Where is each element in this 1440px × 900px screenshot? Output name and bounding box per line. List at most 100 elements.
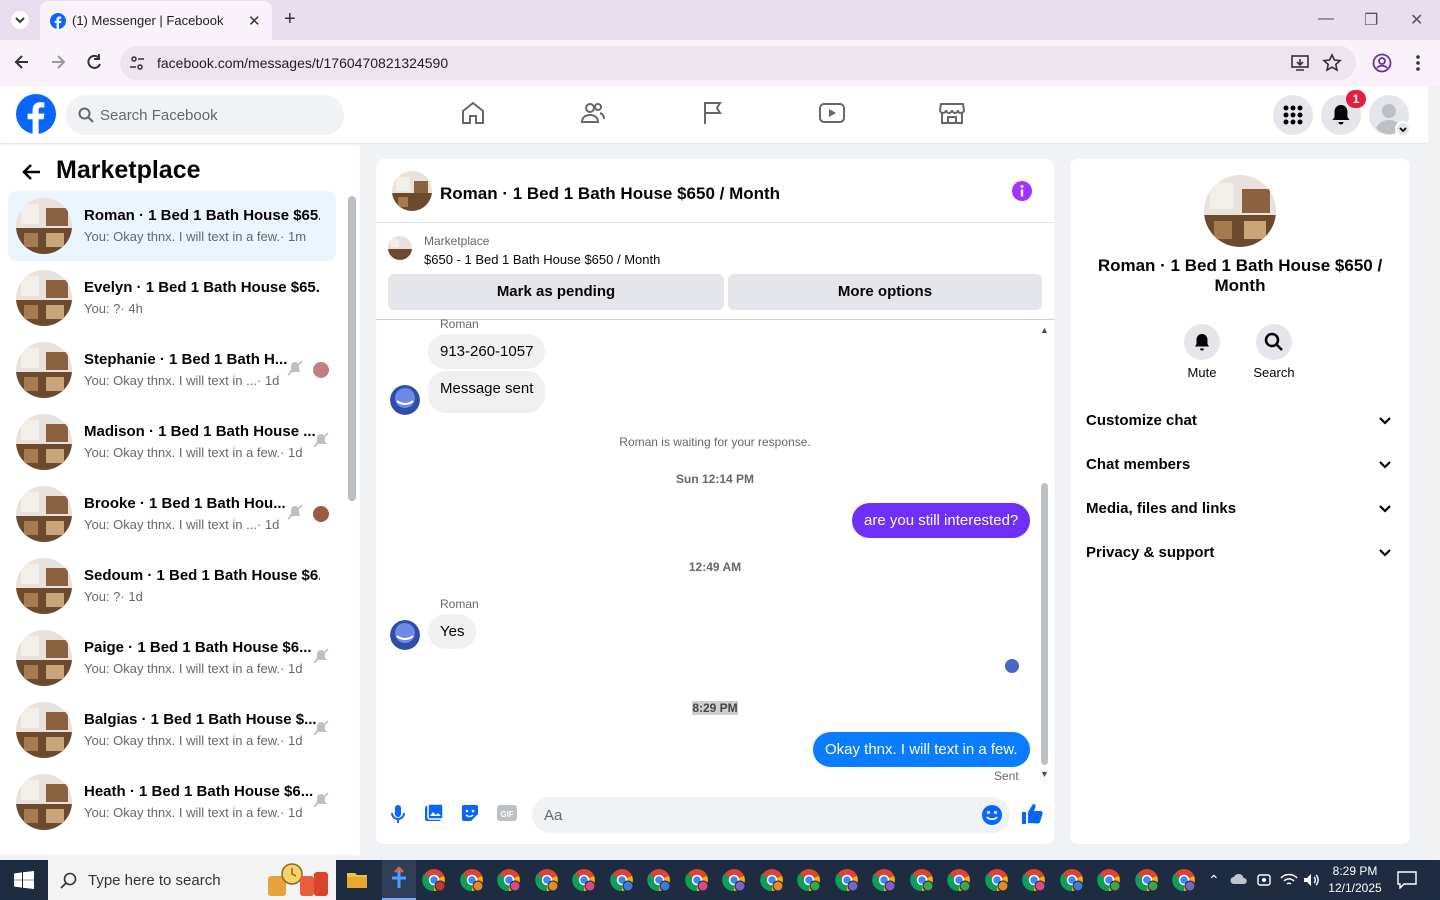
conversation-item[interactable]: Sedoum · 1 Bed 1 Bath House $6... You: ?·… [8,551,336,621]
account-avatar[interactable] [1369,95,1413,139]
chrome-profile-icon[interactable] [422,868,446,892]
conversation-item[interactable]: Evelyn · 1 Bed 1 Bath House $65... You: ?… [8,263,336,333]
onedrive-icon[interactable] [1230,873,1248,885]
taskbar-search-box[interactable]: Type here to search [48,860,336,900]
install-app-icon[interactable] [1290,54,1310,72]
conversation-list-scrollbar[interactable] [348,196,356,501]
file-explorer-icon[interactable] [346,870,368,890]
conversation-item[interactable]: Balgias · 1 Bed 1 Bath House $... You: Ok… [8,695,336,765]
bookmark-star-icon[interactable] [1322,53,1342,73]
mute-button[interactable] [1184,324,1220,360]
volume-icon[interactable] [1302,872,1320,888]
browser-menu-icon[interactable] [1410,53,1426,73]
friends-icon[interactable] [580,100,606,126]
conversation-item[interactable]: Roman · 1 Bed 1 Bath House $65... You: Ok… [8,191,336,261]
chrome-profile-icon[interactable] [1134,868,1159,892]
chrome-profile-icon[interactable] [797,868,821,892]
chat-scrollbar[interactable] [1041,483,1048,765]
message-bubble-outgoing[interactable]: Okay thnx. I will text in a few. [813,732,1030,767]
chevron-down-icon[interactable] [1378,546,1392,560]
meet-now-icon[interactable] [1256,872,1272,888]
details-avatar[interactable] [1204,175,1276,247]
show-hidden-icons-chevron-icon[interactable]: ⌃ [1208,872,1220,889]
tab-close-icon[interactable]: ✕ [248,12,261,30]
emoji-icon[interactable] [981,804,1003,826]
chevron-down-icon[interactable] [1378,458,1392,472]
sender-avatar[interactable] [390,620,420,650]
chrome-profile-icon[interactable] [609,868,634,892]
scroll-up-arrow-icon[interactable]: ▲ [1040,325,1049,335]
notification-center-icon[interactable] [1397,871,1417,889]
back-arrow-icon[interactable] [20,160,44,184]
marketplace-icon[interactable] [938,100,966,126]
sticker-icon[interactable] [460,803,480,823]
conversation-item[interactable]: Heath · 1 Bed 1 Bath House $6... You: Oka… [8,767,336,837]
back-icon[interactable] [12,52,32,72]
chrome-profile-icon[interactable] [459,868,484,892]
listing-title[interactable]: $650 - 1 Bed 1 Bath House $650 / Month [424,252,660,267]
listing-thumbnail[interactable] [388,236,412,260]
chrome-profile-icon[interactable] [722,868,746,892]
chrome-profile-icon[interactable] [947,868,971,892]
facebook-logo-icon[interactable] [16,94,56,134]
new-tab-icon[interactable]: + [284,8,296,31]
chrome-profile-icon[interactable] [759,868,784,892]
chrome-profile-icon[interactable] [1059,868,1084,892]
menu-grid-button[interactable] [1273,95,1313,135]
chrome-profile-icon[interactable] [684,868,709,892]
conversation-item[interactable]: Paige · 1 Bed 1 Bath House $6... You: Oka… [8,623,336,693]
chrome-profile-icon[interactable] [572,868,596,892]
pages-flag-icon[interactable] [700,100,726,126]
chrome-profile-icon[interactable] [497,868,521,892]
chrome-profile-icon[interactable] [872,868,896,892]
message-bubble-outgoing[interactable]: are you still interested? [852,503,1031,538]
window-close-icon[interactable]: ✕ [1410,10,1423,30]
taskbar-clock[interactable]: 8:29 PM 12/1/2025 [1320,863,1390,897]
chrome-profile-icon[interactable] [647,868,671,892]
chrome-profile-icon[interactable] [1022,868,1046,892]
chrome-profile-icon[interactable] [1172,868,1196,892]
restore-icon[interactable]: ❐ [1364,10,1378,30]
tab-search-icon[interactable] [10,10,30,30]
reload-icon[interactable] [84,52,104,72]
conversation-item[interactable]: Madison · 1 Bed 1 Bath House ... You: Oka… [8,407,336,477]
message-bubble-incoming[interactable]: 913-260-1057 [428,334,546,369]
conversation-item[interactable]: Brooke · 1 Bed 1 Bath Hou... You: Okay th… [8,479,336,549]
message-bubble-incoming[interactable]: Yes [428,614,477,649]
chat-members-row[interactable]: Chat members [1086,456,1190,473]
chevron-down-icon[interactable] [1378,414,1392,428]
address-bar[interactable]: facebook.com/messages/t/1760470821324590 [120,46,1356,80]
wifi-icon[interactable] [1280,872,1298,888]
search-facebook-input[interactable]: Search Facebook [66,95,344,135]
conversation-item[interactable]: Stephanie · 1 Bed 1 Bath H... You: Okay t… [8,335,336,405]
mark-as-pending-button[interactable]: Mark as pending [388,274,724,310]
browser-tab-messenger[interactable]: (1) Messenger | Facebook ✕ [40,1,272,40]
search-conversation-button[interactable] [1256,324,1292,360]
message-input[interactable]: Aa [532,797,1010,833]
forward-icon[interactable] [48,52,68,72]
windows-start-icon[interactable] [14,871,34,889]
chrome-profile-icon[interactable] [909,868,934,892]
sender-avatar[interactable] [390,385,420,415]
pinned-app-icon[interactable] [382,860,416,900]
more-options-button[interactable]: More options [728,274,1042,310]
media-files-links-row[interactable]: Media, files and links [1086,500,1236,517]
gif-icon[interactable]: GIF [496,804,518,822]
photo-icon[interactable] [424,803,444,823]
like-icon[interactable] [1020,802,1044,826]
chevron-down-icon[interactable] [1378,502,1392,516]
profile-icon[interactable] [1372,53,1392,73]
video-icon[interactable] [818,100,846,126]
chrome-profile-icon[interactable] [984,868,1009,892]
scroll-down-arrow-icon[interactable]: ▼ [1040,769,1049,779]
minimize-icon[interactable]: — [1318,10,1334,28]
microphone-icon[interactable] [389,803,407,825]
chat-title[interactable]: Roman · 1 Bed 1 Bath House $650 / Month [440,184,780,204]
info-icon[interactable] [1011,180,1033,202]
message-bubble-incoming[interactable]: Message sent [428,371,546,413]
chrome-profile-icon[interactable] [1097,868,1121,892]
customize-chat-row[interactable]: Customize chat [1086,412,1197,429]
chrome-profile-icon[interactable] [534,868,559,892]
page-scrollbar[interactable] [1428,86,1440,860]
chrome-profile-icon[interactable] [834,868,859,892]
